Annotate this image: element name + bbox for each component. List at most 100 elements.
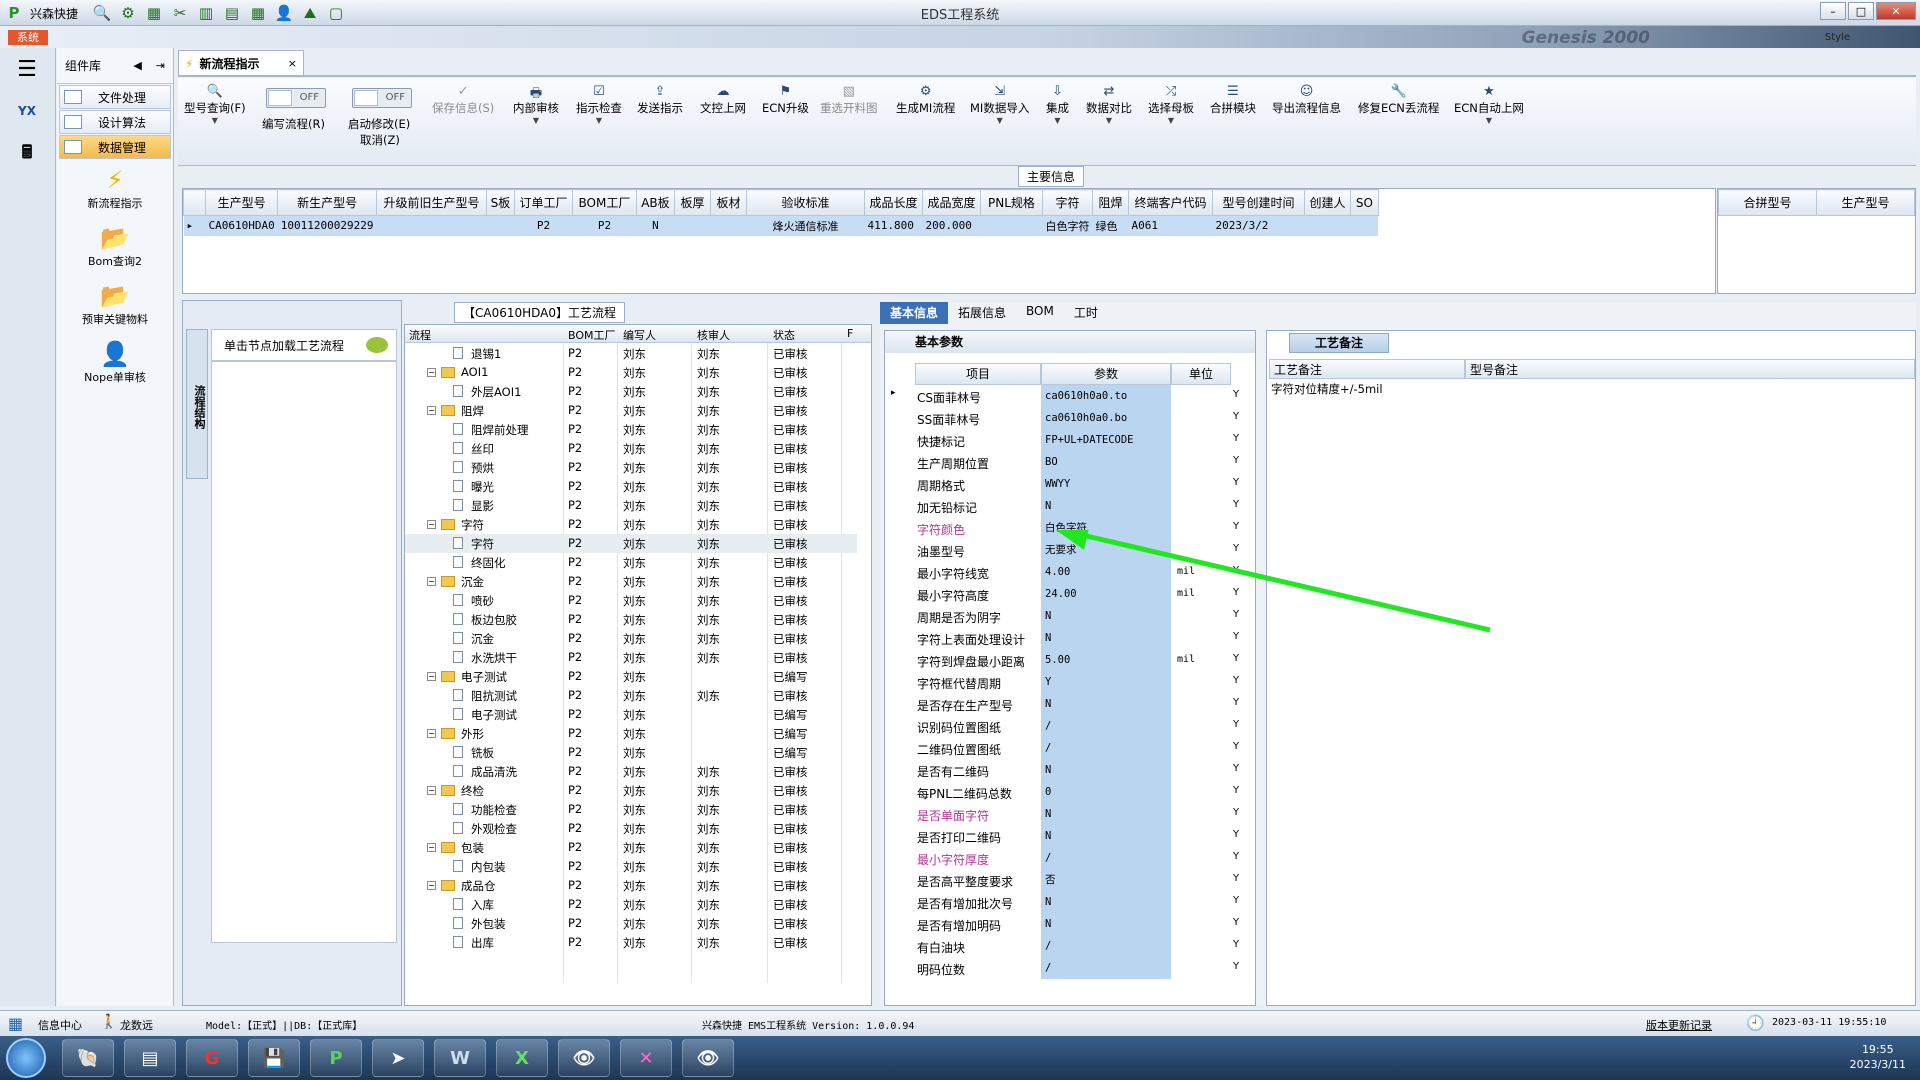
table-row[interactable]: 快捷标记 FP+UL+DATECODE Y bbox=[885, 429, 1255, 451]
col-merge-model[interactable]: 合拼型号 bbox=[1718, 189, 1817, 216]
col-created-time[interactable]: 型号创建时间 bbox=[1211, 189, 1305, 216]
tool-new-flow[interactable]: ⚡ 新流程指示 bbox=[57, 165, 173, 217]
list-item[interactable]: 阻抗测试 P2 刘东 刘东 已审核 bbox=[405, 686, 857, 705]
update-log-link[interactable]: 版本更新记录 bbox=[1646, 1017, 1712, 1033]
col-f[interactable]: F bbox=[847, 327, 853, 340]
collapse-icon[interactable]: − bbox=[427, 406, 436, 415]
ecn-upgrade-button[interactable]: ⚑ ECN升级 bbox=[762, 84, 809, 116]
notepad-app-icon[interactable]: ▤ bbox=[124, 1039, 176, 1077]
list-item[interactable]: 入库 P2 刘东 刘东 已审核 bbox=[405, 895, 857, 914]
collapse-icon[interactable]: ◀ bbox=[133, 59, 141, 72]
table-row[interactable]: 识别码位置图纸 / Y bbox=[885, 715, 1255, 737]
collapse-icon[interactable]: − bbox=[427, 843, 436, 852]
col-length[interactable]: 成品长度 bbox=[863, 189, 923, 216]
table-row[interactable]: 是否单面字符 N Y bbox=[885, 803, 1255, 825]
maximize-icon[interactable]: □ bbox=[1848, 2, 1874, 20]
col-new-production-model[interactable]: 新生产型号 bbox=[277, 189, 377, 216]
col-bom-factory[interactable]: BOM工厂 bbox=[571, 189, 637, 216]
list-item[interactable]: − 沉金 P2 刘东 刘东 已审核 bbox=[405, 572, 857, 591]
collapse-icon[interactable]: − bbox=[427, 786, 436, 795]
frame-icon[interactable]: ▢ bbox=[326, 3, 346, 23]
start-button[interactable] bbox=[6, 1038, 46, 1078]
param-value[interactable]: ca0610h0a0.bo bbox=[1041, 407, 1171, 429]
list-item[interactable]: 铣板 P2 刘东 已编写 bbox=[405, 743, 857, 762]
export-flow-button[interactable]: ☺ 导出流程信息 bbox=[1272, 84, 1341, 116]
list-item[interactable]: 水洗烘干 P2 刘东 刘东 已审核 bbox=[405, 648, 857, 667]
col-flow[interactable]: 流程 bbox=[409, 327, 431, 343]
col-param[interactable]: 参数 bbox=[1041, 363, 1171, 385]
repair-ecn-button[interactable]: 🔧 修复ECN丢流程 bbox=[1358, 84, 1439, 116]
param-value[interactable]: FP+UL+DATECODE bbox=[1041, 429, 1171, 451]
word-app-icon[interactable]: W bbox=[434, 1039, 486, 1077]
list-item[interactable]: 外包装 P2 刘东 刘东 已审核 bbox=[405, 914, 857, 933]
col-status[interactable]: 状态 bbox=[773, 327, 795, 343]
list-item[interactable]: 沉金 P2 刘东 刘东 已审核 bbox=[405, 629, 857, 648]
search-icon[interactable]: 🔍 bbox=[92, 3, 112, 23]
table-row[interactable]: 每PNL二维码总数 0 Y bbox=[885, 781, 1255, 803]
param-value[interactable]: N bbox=[1041, 495, 1171, 517]
col-creator[interactable]: 创建人 bbox=[1303, 189, 1351, 216]
col-thickness[interactable]: 板厚 bbox=[673, 189, 711, 216]
ecn-auto-button[interactable]: ★ ECN自动上网 ▼ bbox=[1454, 84, 1524, 125]
yx-logo-icon[interactable]: YX bbox=[10, 96, 44, 126]
collapse-icon[interactable]: − bbox=[427, 729, 436, 738]
category-algorithm[interactable]: 设计算法 bbox=[59, 110, 171, 134]
param-value[interactable]: N bbox=[1041, 913, 1171, 935]
param-value[interactable]: N bbox=[1041, 825, 1171, 847]
list-item[interactable]: 预烘 P2 刘东 刘东 已审核 bbox=[405, 458, 857, 477]
param-value[interactable]: N bbox=[1041, 693, 1171, 715]
table-row[interactable]: 是否有增加批次号 N Y bbox=[885, 891, 1255, 913]
tab-craft-notes[interactable]: 工艺备注 bbox=[1289, 333, 1389, 353]
list-item[interactable]: 内包装 P2 刘东 刘东 已审核 bbox=[405, 857, 857, 876]
collapse-icon[interactable]: − bbox=[427, 368, 436, 377]
table-row[interactable]: 是否有二维码 N Y bbox=[885, 759, 1255, 781]
mi-data-import-button[interactable]: ⇲ MI数据导入 ▼ bbox=[970, 84, 1029, 125]
tab-extended-info[interactable]: 拓展信息 bbox=[948, 302, 1016, 324]
list-item[interactable]: − 终检 P2 刘东 刘东 已审核 bbox=[405, 781, 857, 800]
param-value[interactable]: ca0610h0a0.to bbox=[1041, 385, 1171, 407]
col-merge-production-model[interactable]: 生产型号 bbox=[1816, 189, 1915, 216]
table-row[interactable]: 是否高平整度要求 否 Y bbox=[885, 869, 1255, 891]
list-item[interactable]: 阻焊前处理 P2 刘东 刘东 已审核 bbox=[405, 420, 857, 439]
chart-icon[interactable]: ▤ bbox=[222, 3, 242, 23]
table-row[interactable]: 字符框代替周期 Y Y bbox=[885, 671, 1255, 693]
collapse-icon[interactable]: − bbox=[427, 577, 436, 586]
list-item[interactable]: − 外形 P2 刘东 已编写 bbox=[405, 724, 857, 743]
table-row[interactable]: 字符到焊盘最小距离 5.00 mil Y bbox=[885, 649, 1255, 671]
table-row[interactable]: 周期格式 WWYY Y bbox=[885, 473, 1255, 495]
tool-bom-query[interactable]: 📂 Bom查询2 bbox=[57, 223, 173, 275]
param-value[interactable]: / bbox=[1041, 737, 1171, 759]
eye-app-icon[interactable]: 👁 bbox=[558, 1039, 610, 1077]
user-icon[interactable]: 👤 bbox=[274, 3, 294, 23]
table-row[interactable]: 明码位数 / Y bbox=[885, 957, 1255, 979]
save-info-button[interactable]: ✓ 保存信息(S) bbox=[432, 84, 494, 116]
list-item[interactable]: 丝印 P2 刘东 刘东 已审核 bbox=[405, 439, 857, 458]
pin-icon[interactable]: ⇥ bbox=[156, 59, 165, 72]
table-row[interactable]: 是否有增加明码 N Y bbox=[885, 913, 1255, 935]
integrate-button[interactable]: ⇩ 集成 ▼ bbox=[1046, 84, 1069, 125]
col-customer-code[interactable]: 终端客户代码 bbox=[1127, 189, 1213, 216]
arrow-app-icon[interactable]: ➤ bbox=[372, 1039, 424, 1077]
category-file[interactable]: 文件处理 bbox=[59, 85, 171, 109]
param-value[interactable]: N bbox=[1041, 891, 1171, 913]
merge-module-button[interactable]: ☰ 合拼模块 bbox=[1210, 84, 1256, 116]
list-item[interactable]: − 阻焊 P2 刘东 刘东 已审核 bbox=[405, 401, 857, 420]
list-item[interactable]: − 成品仓 P2 刘东 刘东 已审核 bbox=[405, 876, 857, 895]
style-menu[interactable]: Style bbox=[1825, 32, 1850, 43]
col-ab-board[interactable]: AB板 bbox=[635, 189, 675, 216]
param-value[interactable]: N bbox=[1041, 759, 1171, 781]
tool-prereview[interactable]: 📂 预审关键物料 bbox=[57, 281, 173, 333]
list-item[interactable]: − 电子测试 P2 刘东 已编写 bbox=[405, 667, 857, 686]
table-row[interactable]: 有白油块 / Y bbox=[885, 935, 1255, 957]
list-item[interactable]: − AOI1 P2 刘东 刘东 已审核 bbox=[405, 363, 857, 382]
param-value[interactable]: WWYY bbox=[1041, 473, 1171, 495]
model-query-button[interactable]: 🔍 型号查询(F) ▼ bbox=[184, 84, 246, 125]
col-width[interactable]: 成品宽度 bbox=[921, 189, 981, 216]
col-pnl-spec[interactable]: PNL规格 bbox=[979, 189, 1043, 216]
list-item[interactable]: 终固化 P2 刘东 刘东 已审核 bbox=[405, 553, 857, 572]
list-item[interactable]: 喷砂 P2 刘东 刘东 已审核 bbox=[405, 591, 857, 610]
collapse-icon[interactable]: − bbox=[427, 672, 436, 681]
param-value[interactable]: BO bbox=[1041, 451, 1171, 473]
collapse-icon[interactable]: − bbox=[427, 881, 436, 890]
list-item[interactable]: 功能检查 P2 刘东 刘东 已审核 bbox=[405, 800, 857, 819]
